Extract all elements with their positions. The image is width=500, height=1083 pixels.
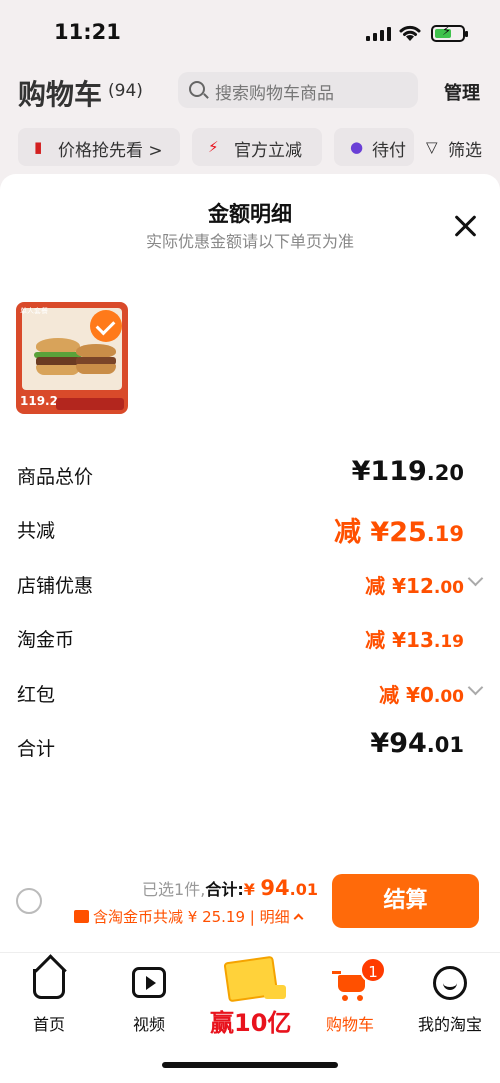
search-icon <box>189 81 205 97</box>
row-total-discount: 共减 减 ¥25.19 <box>0 512 500 548</box>
cellular-signal-icon <box>366 27 392 41</box>
row-red-packet[interactable]: 红包 减 ¥0.00 <box>0 676 500 712</box>
tab-home[interactable]: 首页 <box>9 965 89 1035</box>
lightning-icon: ⚡ <box>208 138 219 156</box>
tab-my-taobao[interactable]: 我的淘宝 <box>410 965 490 1035</box>
cart-count: (94) <box>108 81 143 101</box>
video-play-icon <box>132 967 166 998</box>
coin-detail-link[interactable]: 含淘金币共减 ¥ 25.19 | 明细 <box>74 906 304 927</box>
product-badge-text: 单人套餐 <box>20 307 48 315</box>
filter-bar: ▮ 价格抢先看 > ⚡ 官方立减 ● 待付 ▽ 筛选 <box>0 122 500 172</box>
tab-video[interactable]: 视频 <box>109 965 189 1035</box>
selection-summary: 已选1件,合计:¥ 94.01 <box>142 876 318 900</box>
search-input[interactable]: 搜索购物车商品 <box>178 72 418 108</box>
chevron-up-icon <box>293 913 304 924</box>
checkout-total: ¥ 94.01 <box>243 876 318 900</box>
battery-icon: ⚡ <box>431 24 468 42</box>
product-banner <box>56 398 124 410</box>
sheet-title: 金额明细 <box>208 202 292 226</box>
profile-icon <box>433 966 467 1000</box>
manage-button[interactable]: 管理 <box>444 79 480 105</box>
amount-detail-sheet: 金额明细 实际优惠金额请以下单页为准 单人套餐 119.2 商品总价 ¥119.… <box>0 174 500 1083</box>
sheet-subtitle: 实际优惠金额请以下单页为准 <box>145 232 354 251</box>
search-placeholder: 搜索购物车商品 <box>215 84 334 104</box>
coupon-icon <box>74 910 89 923</box>
home-indicator <box>162 1062 338 1068</box>
product-thumbnail: 单人套餐 119.2 <box>16 302 128 414</box>
filter-price-preview[interactable]: ▮ 价格抢先看 > <box>18 128 180 166</box>
taobao-coin-value: 减 ¥13.19 <box>365 628 464 652</box>
status-bar: 11:21 ⚡ <box>0 0 500 64</box>
row-goods-total: 商品总价 ¥119.20 <box>17 456 464 488</box>
cart-header: 购物车 (94) 搜索购物车商品 管理 <box>0 64 500 118</box>
clock-icon: ● <box>350 138 364 156</box>
filter-pending[interactable]: ● 待付 <box>334 128 414 166</box>
chevron-down-icon[interactable] <box>467 679 484 696</box>
home-icon <box>33 969 65 999</box>
cart-badge: 1 <box>360 957 386 983</box>
chevron-down-icon[interactable] <box>467 570 484 587</box>
grand-total-value: ¥94.01 <box>370 728 464 759</box>
wifi-icon <box>399 25 421 41</box>
filter-official-discount[interactable]: ⚡ 官方立减 <box>192 128 322 166</box>
row-grand-total: 合计 ¥94.01 <box>17 728 464 760</box>
status-time: 11:21 <box>54 20 121 44</box>
product-price-badge: 119.2 <box>20 394 58 408</box>
page-title: 购物车 <box>18 78 103 111</box>
selected-check-icon <box>90 310 122 342</box>
row-taobao-coin: 淘金币 减 ¥13.19 <box>0 621 500 657</box>
filter-button[interactable]: ▽ 筛选 <box>414 128 500 166</box>
goods-total-value: ¥119.20 <box>351 456 464 487</box>
red-packet-value: 减 ¥0.00 <box>379 683 464 707</box>
filter-icon: ▽ <box>426 138 438 156</box>
shop-discount-value: 减 ¥12.00 <box>365 574 464 598</box>
row-shop-discount[interactable]: 店铺优惠 减 ¥12.00 <box>0 567 500 603</box>
close-icon[interactable] <box>452 212 480 240</box>
charging-bolt-icon: ⚡ <box>442 24 452 39</box>
price-tag-icon: ▮ <box>34 138 43 156</box>
total-discount-value: 减 ¥25.19 <box>334 517 464 548</box>
promo-ticket-icon <box>264 985 286 999</box>
select-all-radio[interactable] <box>16 888 42 914</box>
checkout-button[interactable]: 结算 <box>332 874 479 928</box>
